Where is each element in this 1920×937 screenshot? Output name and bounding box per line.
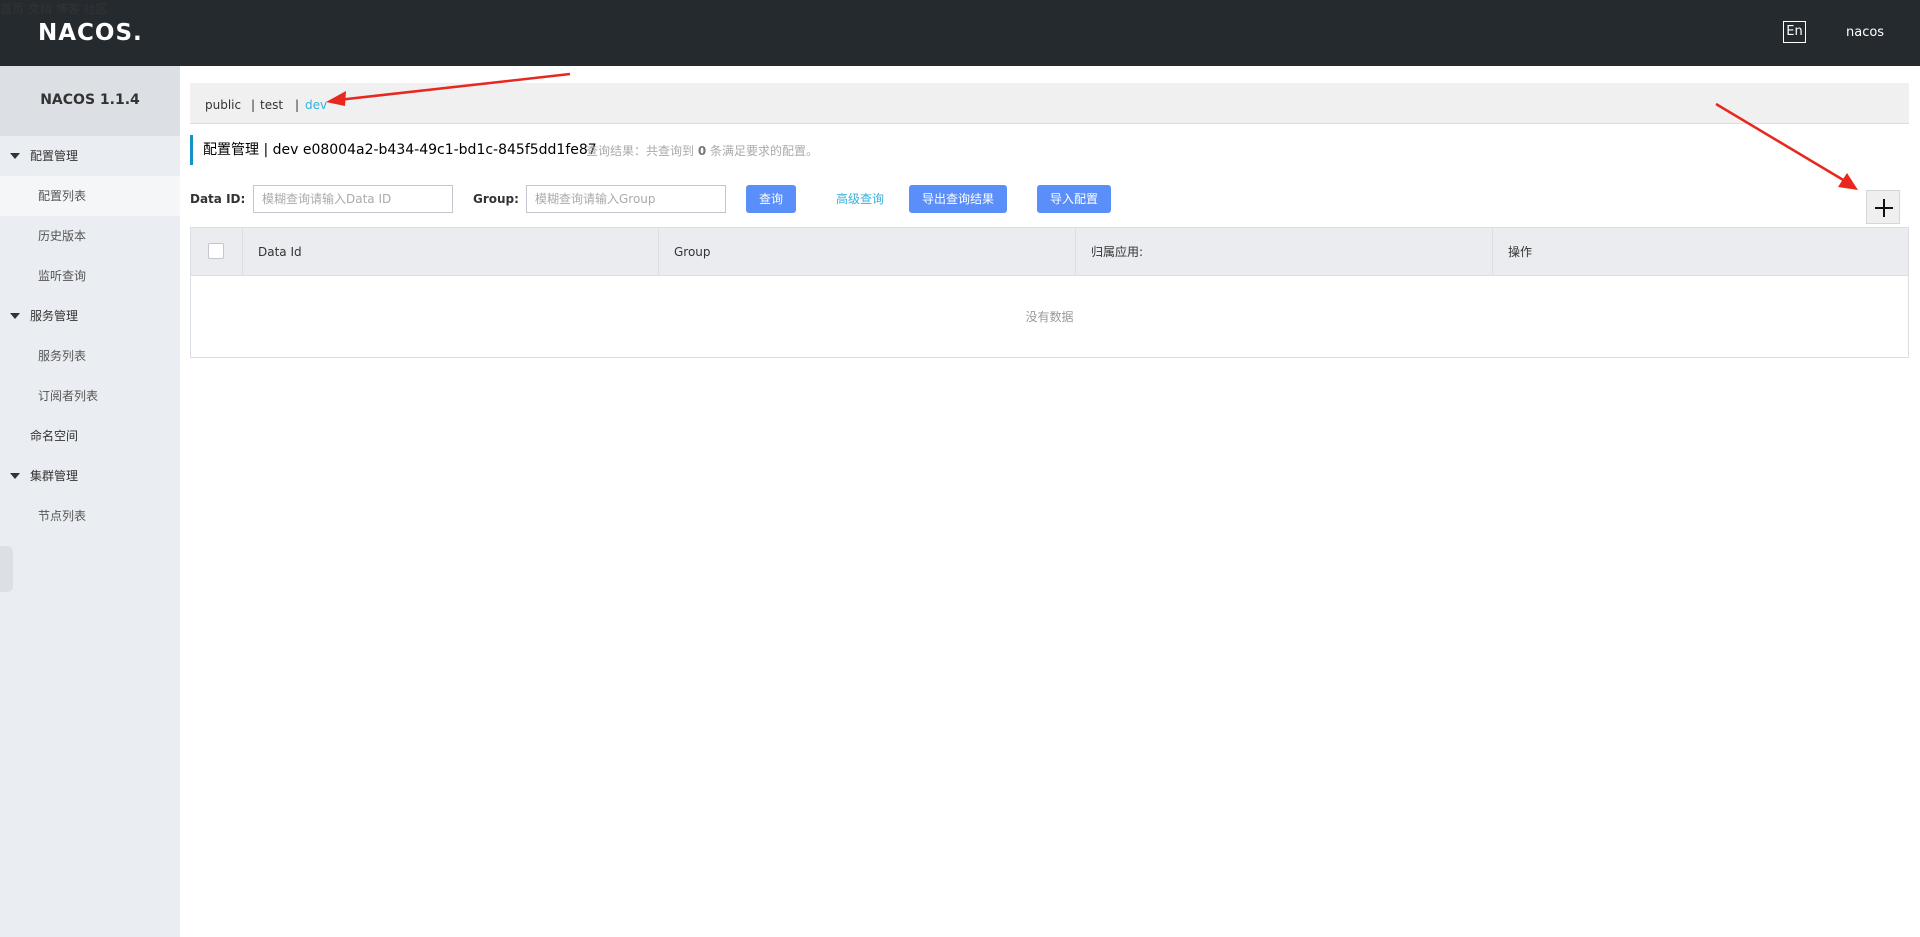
group-input[interactable] [526, 185, 726, 213]
page-title: 配置管理 | dev e08004a2-b434-49c1-bd1c-845f5… [203, 142, 597, 158]
sidebar-item-listener-query[interactable]: 监听查询 [0, 256, 180, 296]
query-result-summary: 查询结果：共查询到 0 条满足要求的配置。 [586, 143, 818, 159]
column-header-group: Group [659, 228, 1076, 275]
version-header: NACOS 1.1.4 [0, 66, 180, 136]
sidebar-item-label: 服务列表 [38, 349, 87, 363]
sidebar-group-label: 服务管理 [30, 309, 79, 323]
top-navigation-bar: NACOS. 首页 文档 博客 社区 En nacos [0, 0, 1920, 66]
sidebar-group-label: 集群管理 [30, 469, 79, 483]
sidebar-item-label: 历史版本 [38, 229, 87, 243]
sidebar-item-label: 节点列表 [38, 509, 87, 523]
query-button[interactable]: 查询 [746, 185, 796, 213]
sidebar-group-label: 配置管理 [30, 149, 79, 163]
annotation-arrows [326, 72, 1858, 190]
caret-down-icon [10, 473, 20, 479]
nav-community-link[interactable]: 社区 [84, 2, 108, 16]
table-header: Data Id Group 归属应用: 操作 [191, 228, 1908, 276]
add-config-button[interactable] [1866, 190, 1900, 224]
sidebar-item-namespace[interactable]: 命名空间 [0, 416, 180, 456]
export-results-button[interactable]: 导出查询结果 [909, 185, 1007, 213]
empty-state-text: 没有数据 [1025, 310, 1074, 324]
nav-blog-link[interactable]: 博客 [56, 2, 80, 16]
sidebar-item-node-list[interactable]: 节点列表 [0, 496, 180, 536]
namespace-public[interactable]: public [205, 98, 241, 112]
nav-home-link[interactable]: 首页 [0, 2, 24, 16]
config-table: Data Id Group 归属应用: 操作 没有数据 [190, 227, 1909, 358]
import-config-button[interactable]: 导入配置 [1037, 185, 1111, 213]
sidebar-collapse-handle[interactable] [0, 546, 13, 592]
sidebar: NACOS 1.1.4 配置管理 配置列表 历史版本 监听查询 服务管理 服务列… [0, 66, 180, 937]
sidebar-item-subscriber-list[interactable]: 订阅者列表 [0, 376, 180, 416]
column-header-label: 操作 [1508, 245, 1533, 259]
column-header-label: Group [674, 245, 711, 259]
page-title-row: 配置管理 | dev e08004a2-b434-49c1-bd1c-845f5… [190, 135, 818, 165]
nacos-logo[interactable]: NACOS. [38, 18, 143, 48]
sidebar-item-label: 监听查询 [38, 269, 87, 283]
select-all-cell [191, 228, 243, 275]
namespace-bar: public | test | dev [190, 83, 1909, 124]
column-header-label: 归属应用: [1091, 245, 1144, 259]
advanced-query-link[interactable]: 高级查询 [836, 191, 884, 207]
caret-down-icon [10, 153, 20, 159]
column-header-label: Data Id [258, 245, 302, 259]
namespace-dev[interactable]: dev [305, 98, 327, 112]
result-count: 0 [697, 144, 707, 158]
column-header-app: 归属应用: [1076, 228, 1493, 275]
namespace-separator: | [295, 98, 300, 112]
namespace-separator: | [251, 98, 256, 112]
sidebar-item-label: 命名空间 [30, 429, 79, 443]
language-toggle-button[interactable]: En [1783, 21, 1806, 43]
namespace-test[interactable]: test [260, 98, 283, 112]
nav-docs-link[interactable]: 文档 [28, 2, 52, 16]
sidebar-item-service-list[interactable]: 服务列表 [0, 336, 180, 376]
result-prefix: 查询结果：共查询到 [586, 144, 695, 158]
sidebar-item-label: 订阅者列表 [38, 389, 99, 403]
caret-down-icon [10, 313, 20, 319]
sidebar-item-label: 配置列表 [38, 189, 87, 203]
sidebar-item-config-list[interactable]: 配置列表 [0, 176, 180, 216]
select-all-checkbox[interactable] [208, 243, 224, 259]
column-header-data-id: Data Id [243, 228, 659, 275]
user-menu[interactable]: nacos [1846, 25, 1884, 41]
data-id-input[interactable] [253, 185, 453, 213]
group-label: Group: [473, 192, 519, 206]
sidebar-item-history[interactable]: 历史版本 [0, 216, 180, 256]
result-suffix: 条满足要求的配置。 [710, 144, 819, 158]
column-header-actions: 操作 [1493, 228, 1908, 275]
data-id-label: Data ID: [190, 192, 246, 206]
version-label: NACOS 1.1.4 [40, 92, 140, 108]
